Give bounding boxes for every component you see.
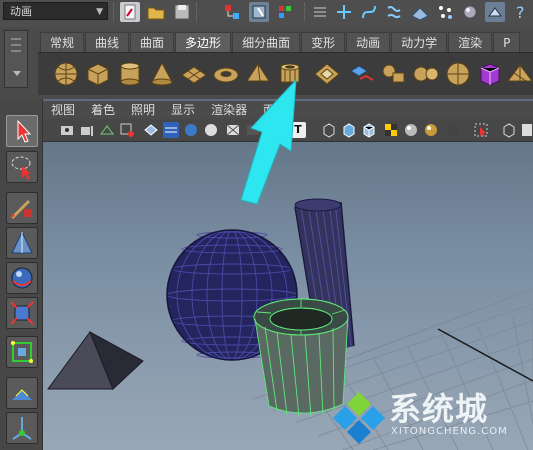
annotation-arrow <box>240 78 297 205</box>
watermark-subtext: XITONGCHENG.COM <box>391 426 508 437</box>
watermark-text: 系统城 <box>389 390 489 428</box>
watermark: 系统城 XITONGCHENG.COM <box>329 384 529 444</box>
watermark-logo-icon <box>333 392 385 444</box>
